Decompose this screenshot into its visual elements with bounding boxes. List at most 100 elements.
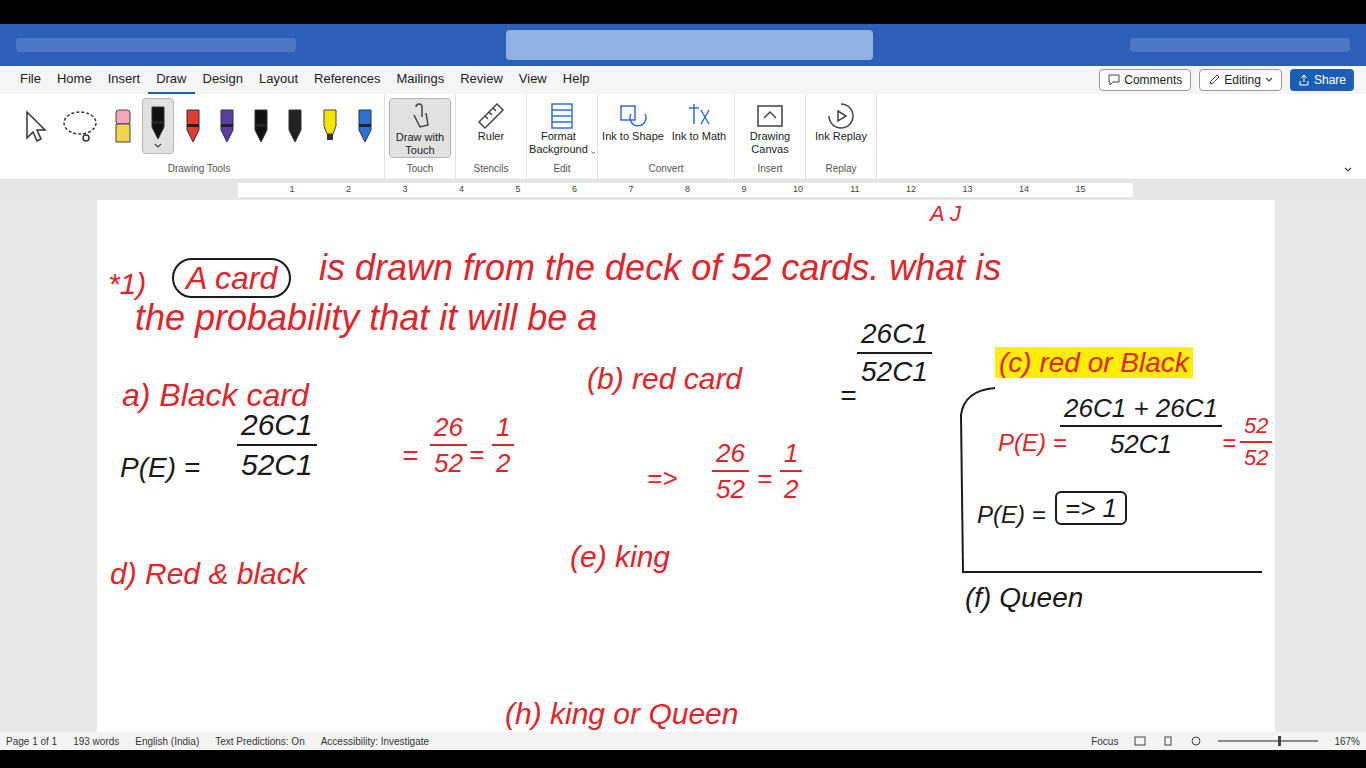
fraction-numerator: 26 xyxy=(430,414,467,446)
fraction-denominator: 52C1 xyxy=(857,354,932,386)
pen-icon xyxy=(216,106,238,146)
ruler-tick: 11 xyxy=(803,183,860,197)
pen-tool[interactable] xyxy=(56,98,104,154)
menu-tab[interactable]: Home xyxy=(49,66,100,94)
fraction-numerator: 26C1 + 26C1 xyxy=(1060,395,1222,427)
chevron-down-icon xyxy=(1265,77,1273,83)
ribbon-collapse[interactable] xyxy=(1344,94,1352,179)
ribbon-group-label: Stencils xyxy=(473,161,508,179)
ruler: 123456789101112131415 xyxy=(0,180,1366,200)
zoom-thumb[interactable] xyxy=(1278,736,1281,746)
menu-tab[interactable]: References xyxy=(306,66,388,94)
ribbon-button[interactable]: Ruler xyxy=(460,98,522,156)
zoom-level[interactable]: 167% xyxy=(1334,734,1360,749)
share-button[interactable]: Share xyxy=(1290,69,1354,91)
pen-tool[interactable] xyxy=(314,98,346,154)
ribbon-group-label: Drawing Tools xyxy=(168,161,231,179)
word-count[interactable]: 193 words xyxy=(73,734,119,749)
text-predictions[interactable]: Text Predictions: On xyxy=(215,734,304,749)
editing-button[interactable]: Editing xyxy=(1199,69,1282,91)
ink-text: A card xyxy=(172,258,291,298)
ribbon-group: Format BackgroundEdit xyxy=(527,94,598,179)
ruler-tick: 1 xyxy=(238,183,295,197)
fraction-numerator: 1 xyxy=(492,414,514,446)
read-mode-icon[interactable] xyxy=(1134,736,1146,746)
document-page[interactable]: A J*1)A cardis drawn from the deck of 52… xyxy=(97,200,1275,732)
ink-fraction: 2652 xyxy=(430,414,467,476)
ribbon-button[interactable]: Draw with Touch xyxy=(389,98,451,158)
comments-button[interactable]: Comments xyxy=(1099,69,1191,91)
ruler-tick: 14 xyxy=(973,183,1030,197)
ink-item: (b) red card xyxy=(587,360,742,398)
language[interactable]: English (India) xyxy=(135,734,199,749)
ink-text: is drawn from the deck of 52 cards. what… xyxy=(319,247,1001,288)
ink-item: => xyxy=(647,462,677,495)
ruler-tick: 4 xyxy=(408,183,465,197)
ribbon-button[interactable]: Ink Replay xyxy=(810,98,872,156)
accessibility[interactable]: Accessibility: Investigate xyxy=(321,734,429,749)
ribbon-group: Drawing CanvasInsert xyxy=(735,94,806,179)
pen-tool[interactable] xyxy=(178,98,208,154)
search-box[interactable] xyxy=(506,30,873,60)
ink-text: => 1 xyxy=(1055,491,1127,525)
document-area: A J*1)A cardis drawn from the deck of 52… xyxy=(0,200,1366,732)
menu-tab[interactable]: Mailings xyxy=(389,66,453,94)
word-window: FileHomeInsertDrawDesignLayoutReferences… xyxy=(0,0,1366,768)
ribbon-group-body: Draw with Touch xyxy=(389,94,451,161)
ruler-tick: 5 xyxy=(464,183,521,197)
pen-tool[interactable] xyxy=(212,98,242,154)
zoom-slider[interactable] xyxy=(1218,740,1318,742)
ink-fraction: 26C152C1 xyxy=(237,410,317,480)
screen-bottom-strip xyxy=(0,750,1366,768)
ribbon-group-body: Ink to ShapeInk to Math xyxy=(602,94,730,161)
ink-item: a) Black card xyxy=(122,375,309,415)
status-bar: Page 1 of 1 193 words English (India) Text … xyxy=(0,732,1366,750)
ruler-track[interactable]: 123456789101112131415 xyxy=(238,183,1133,197)
pen-tool[interactable] xyxy=(142,98,174,154)
menu-tab[interactable]: Insert xyxy=(100,66,149,94)
pen-icon xyxy=(354,106,376,146)
web-layout-icon[interactable] xyxy=(1190,736,1202,746)
ink-item: *1) xyxy=(108,265,146,303)
pen-tool[interactable] xyxy=(246,98,276,154)
ribbon-button-icon xyxy=(546,100,578,130)
ribbon-button-icon xyxy=(475,100,507,130)
menu-tab[interactable]: Review xyxy=(452,66,511,94)
pen-tool[interactable] xyxy=(350,98,380,154)
ribbon-button-icon xyxy=(754,100,786,130)
ink-item: (e) king xyxy=(570,538,670,576)
ink-fraction: 12 xyxy=(492,414,514,476)
print-layout-icon[interactable] xyxy=(1162,736,1174,746)
eraser-icon xyxy=(112,106,134,146)
ink-item: => 1 xyxy=(1055,492,1127,525)
ribbon-button[interactable]: Ink to Math xyxy=(668,98,730,156)
pen-options-icon xyxy=(154,143,162,149)
ribbon-button[interactable]: Ink to Shape xyxy=(602,98,664,156)
focus-button[interactable]: Focus xyxy=(1091,734,1118,749)
ink-item: = xyxy=(469,438,484,471)
title-bar xyxy=(0,24,1366,66)
ink-item: = xyxy=(402,438,418,473)
menu-bar: FileHomeInsertDrawDesignLayoutReferences… xyxy=(0,66,1366,94)
ribbon-button[interactable]: Format Background xyxy=(531,98,593,156)
pen-tool[interactable] xyxy=(18,98,52,154)
comment-icon xyxy=(1108,74,1120,86)
ink-text: (e) king xyxy=(570,540,670,573)
menu-tab[interactable]: Layout xyxy=(251,66,306,94)
menu-tab[interactable]: Help xyxy=(555,66,598,94)
page-count[interactable]: Page 1 of 1 xyxy=(6,734,57,749)
select-arrow-icon xyxy=(22,108,48,144)
ink-item: 5252 xyxy=(1240,415,1272,469)
menu-tab[interactable]: Design xyxy=(195,66,251,94)
menu-tab[interactable]: File xyxy=(12,66,49,94)
menu-tab[interactable]: Draw xyxy=(148,66,194,94)
account-blur xyxy=(1130,38,1350,52)
ribbon-button[interactable]: Drawing Canvas xyxy=(739,98,801,156)
pen-icon xyxy=(284,106,306,146)
pen-tool[interactable] xyxy=(108,98,138,154)
menu-tab[interactable]: View xyxy=(511,66,555,94)
ink-text: (f) Queen xyxy=(965,582,1083,613)
pen-tool[interactable] xyxy=(280,98,310,154)
fraction-denominator: 52 xyxy=(1240,443,1272,469)
ink-text: = xyxy=(402,440,418,471)
